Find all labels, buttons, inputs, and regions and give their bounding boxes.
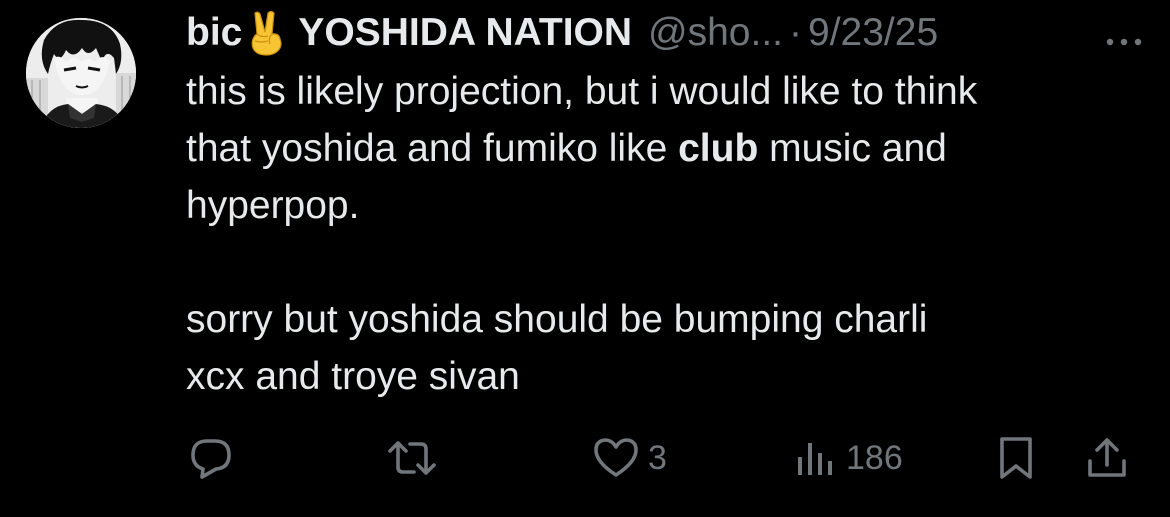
tweet-text-bold: club: [678, 127, 759, 170]
retweet-icon: [388, 441, 436, 475]
bookmark-button[interactable]: [994, 430, 1038, 486]
tweet-text-segment: that yoshida and fumiko like: [186, 127, 679, 170]
action-bar: 3 186: [186, 430, 1146, 486]
views-icon: [798, 443, 832, 475]
like-button[interactable]: 3: [592, 430, 667, 486]
bookmark-icon: [1000, 437, 1032, 479]
tweet-text-line: sorry but yoshida should be bumping char…: [186, 298, 928, 341]
reply-icon: [191, 439, 231, 479]
tweet-text-line: this is likely projection, but i would l…: [186, 70, 978, 113]
views-button[interactable]: 186: [794, 430, 903, 486]
victory-hand-icon: [246, 10, 286, 56]
share-icon: [1088, 438, 1126, 477]
author-handle[interactable]: @sho...: [648, 11, 783, 55]
author-display-name[interactable]: YOSHIDA NATION: [298, 11, 632, 55]
tweet-text: this is likely projection, but i would l…: [186, 63, 1156, 405]
tweet-text-line: xcx and troye sivan: [186, 355, 520, 398]
heart-icon: [594, 438, 638, 477]
separator-dot: ·: [789, 11, 803, 54]
more-options-icon[interactable]: [1102, 20, 1146, 46]
views-count: 186: [846, 438, 903, 477]
tweet-text-line: that yoshida and fumiko like club music …: [186, 120, 1156, 177]
retweet-button[interactable]: [386, 430, 446, 486]
tweet-header: bic YOSHIDA NATION @sho... · 9/23/25: [186, 8, 1146, 58]
like-count: 3: [648, 438, 667, 477]
tweet-text-line: hyperpop.: [186, 184, 360, 227]
tweet-text-segment: music and: [758, 127, 947, 170]
reply-button[interactable]: [188, 430, 242, 486]
share-button[interactable]: [1084, 430, 1130, 486]
avatar[interactable]: [26, 18, 136, 128]
tweet-date[interactable]: 9/23/25: [808, 11, 938, 55]
avatar-image: [26, 18, 136, 128]
author-name-prefix[interactable]: bic: [186, 11, 242, 55]
